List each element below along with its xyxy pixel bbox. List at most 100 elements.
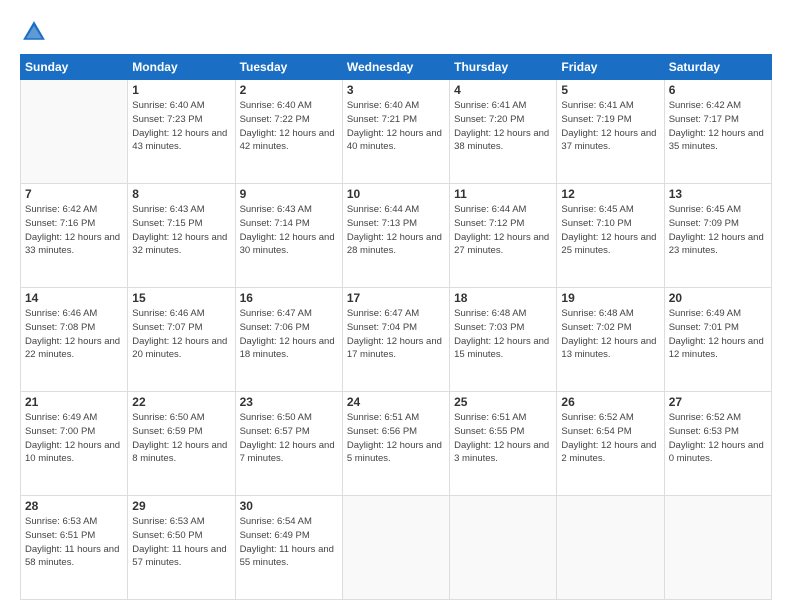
- weekday-header-friday: Friday: [557, 55, 664, 80]
- day-info: Sunrise: 6:49 AMSunset: 7:00 PMDaylight:…: [25, 411, 123, 466]
- calendar-cell: [664, 496, 771, 600]
- day-info: Sunrise: 6:44 AMSunset: 7:12 PMDaylight:…: [454, 203, 552, 258]
- calendar-cell: 18 Sunrise: 6:48 AMSunset: 7:03 PMDayligh…: [450, 288, 557, 392]
- calendar-cell: 12 Sunrise: 6:45 AMSunset: 7:10 PMDayligh…: [557, 184, 664, 288]
- day-number: 16: [240, 291, 338, 305]
- calendar-cell: 17Sunrise: 6:47 AMSunset: 7:04 PMDayligh…: [342, 288, 449, 392]
- weekday-header-thursday: Thursday: [450, 55, 557, 80]
- weekday-header-wednesday: Wednesday: [342, 55, 449, 80]
- day-info: Sunrise: 6:40 AMSunset: 7:21 PMDaylight:…: [347, 99, 445, 154]
- day-number: 28: [25, 499, 123, 513]
- calendar-cell: 29 Sunrise: 6:53 AMSunset: 6:50 PMDayligh…: [128, 496, 235, 600]
- day-info: Sunrise: 6:41 AMSunset: 7:19 PMDaylight:…: [561, 99, 659, 154]
- day-number: 22: [132, 395, 230, 409]
- day-number: 27: [669, 395, 767, 409]
- calendar-cell: 16 Sunrise: 6:47 AMSunset: 7:06 PMDayligh…: [235, 288, 342, 392]
- logo: [20, 18, 52, 46]
- logo-icon: [20, 18, 48, 46]
- calendar-cell: [342, 496, 449, 600]
- calendar-cell: 21 Sunrise: 6:49 AMSunset: 7:00 PMDayligh…: [21, 392, 128, 496]
- day-number: 12: [561, 187, 659, 201]
- day-number: 3: [347, 83, 445, 97]
- day-info: Sunrise: 6:52 AMSunset: 6:54 PMDaylight:…: [561, 411, 659, 466]
- day-info: Sunrise: 6:53 AMSunset: 6:50 PMDaylight:…: [132, 515, 230, 570]
- day-number: 2: [240, 83, 338, 97]
- weekday-header-saturday: Saturday: [664, 55, 771, 80]
- calendar-cell: 3 Sunrise: 6:40 AMSunset: 7:21 PMDaylight…: [342, 80, 449, 184]
- day-info: Sunrise: 6:45 AMSunset: 7:10 PMDaylight:…: [561, 203, 659, 258]
- day-number: 26: [561, 395, 659, 409]
- calendar-cell: 10 Sunrise: 6:44 AMSunset: 7:13 PMDayligh…: [342, 184, 449, 288]
- day-number: 10: [347, 187, 445, 201]
- calendar-cell: 30 Sunrise: 6:54 AMSunset: 6:49 PMDayligh…: [235, 496, 342, 600]
- day-info: Sunrise: 6:43 AMSunset: 7:14 PMDaylight:…: [240, 203, 338, 258]
- weekday-header-row: SundayMondayTuesdayWednesdayThursdayFrid…: [21, 55, 772, 80]
- day-info: Sunrise: 6:42 AMSunset: 7:17 PMDaylight:…: [669, 99, 767, 154]
- day-info: Sunrise: 6:49 AMSunset: 7:01 PMDaylight:…: [669, 307, 767, 362]
- day-number: 11: [454, 187, 552, 201]
- day-info: Sunrise: 6:52 AMSunset: 6:53 PMDaylight:…: [669, 411, 767, 466]
- page: SundayMondayTuesdayWednesdayThursdayFrid…: [0, 0, 792, 612]
- calendar-cell: 6Sunrise: 6:42 AMSunset: 7:17 PMDaylight…: [664, 80, 771, 184]
- calendar-cell: 8 Sunrise: 6:43 AMSunset: 7:15 PMDaylight…: [128, 184, 235, 288]
- calendar-cell: 15 Sunrise: 6:46 AMSunset: 7:07 PMDayligh…: [128, 288, 235, 392]
- calendar-cell: 14 Sunrise: 6:46 AMSunset: 7:08 PMDayligh…: [21, 288, 128, 392]
- calendar-cell: 11 Sunrise: 6:44 AMSunset: 7:12 PMDayligh…: [450, 184, 557, 288]
- calendar-cell: 1 Sunrise: 6:40 AMSunset: 7:23 PMDaylight…: [128, 80, 235, 184]
- day-info: Sunrise: 6:46 AMSunset: 7:08 PMDaylight:…: [25, 307, 123, 362]
- calendar-cell: 23 Sunrise: 6:50 AMSunset: 6:57 PMDayligh…: [235, 392, 342, 496]
- day-info: Sunrise: 6:53 AMSunset: 6:51 PMDaylight:…: [25, 515, 123, 570]
- day-info: Sunrise: 6:54 AMSunset: 6:49 PMDaylight:…: [240, 515, 338, 570]
- day-number: 19: [561, 291, 659, 305]
- day-number: 13: [669, 187, 767, 201]
- day-info: Sunrise: 6:48 AMSunset: 7:03 PMDaylight:…: [454, 307, 552, 362]
- day-info: Sunrise: 6:45 AMSunset: 7:09 PMDaylight:…: [669, 203, 767, 258]
- day-number: 7: [25, 187, 123, 201]
- day-number: 4: [454, 83, 552, 97]
- calendar-cell: 27 Sunrise: 6:52 AMSunset: 6:53 PMDayligh…: [664, 392, 771, 496]
- calendar-cell: 5 Sunrise: 6:41 AMSunset: 7:19 PMDaylight…: [557, 80, 664, 184]
- calendar: SundayMondayTuesdayWednesdayThursdayFrid…: [20, 54, 772, 600]
- calendar-cell: [557, 496, 664, 600]
- day-info: Sunrise: 6:47 AMSunset: 7:06 PMDaylight:…: [240, 307, 338, 362]
- day-number: 1: [132, 83, 230, 97]
- day-number: 24: [347, 395, 445, 409]
- day-number: 8: [132, 187, 230, 201]
- day-info: Sunrise: 6:48 AMSunset: 7:02 PMDaylight:…: [561, 307, 659, 362]
- day-number: 23: [240, 395, 338, 409]
- day-number: 29: [132, 499, 230, 513]
- day-number: 14: [25, 291, 123, 305]
- day-info: Sunrise: 6:44 AMSunset: 7:13 PMDaylight:…: [347, 203, 445, 258]
- calendar-cell: 26 Sunrise: 6:52 AMSunset: 6:54 PMDayligh…: [557, 392, 664, 496]
- day-number: 18: [454, 291, 552, 305]
- calendar-cell: 9 Sunrise: 6:43 AMSunset: 7:14 PMDaylight…: [235, 184, 342, 288]
- day-info: Sunrise: 6:41 AMSunset: 7:20 PMDaylight:…: [454, 99, 552, 154]
- weekday-header-tuesday: Tuesday: [235, 55, 342, 80]
- week-row-3: 21 Sunrise: 6:49 AMSunset: 7:00 PMDayligh…: [21, 392, 772, 496]
- day-info: Sunrise: 6:47 AMSunset: 7:04 PMDaylight:…: [347, 307, 445, 362]
- calendar-cell: 20 Sunrise: 6:49 AMSunset: 7:01 PMDayligh…: [664, 288, 771, 392]
- calendar-cell: 28 Sunrise: 6:53 AMSunset: 6:51 PMDayligh…: [21, 496, 128, 600]
- day-number: 15: [132, 291, 230, 305]
- day-info: Sunrise: 6:43 AMSunset: 7:15 PMDaylight:…: [132, 203, 230, 258]
- day-info: Sunrise: 6:40 AMSunset: 7:23 PMDaylight:…: [132, 99, 230, 154]
- day-number: 5: [561, 83, 659, 97]
- day-number: 21: [25, 395, 123, 409]
- calendar-cell: 4 Sunrise: 6:41 AMSunset: 7:20 PMDaylight…: [450, 80, 557, 184]
- day-info: Sunrise: 6:46 AMSunset: 7:07 PMDaylight:…: [132, 307, 230, 362]
- day-info: Sunrise: 6:51 AMSunset: 6:56 PMDaylight:…: [347, 411, 445, 466]
- day-number: 9: [240, 187, 338, 201]
- calendar-cell: 7 Sunrise: 6:42 AMSunset: 7:16 PMDaylight…: [21, 184, 128, 288]
- weekday-header-sunday: Sunday: [21, 55, 128, 80]
- day-number: 25: [454, 395, 552, 409]
- calendar-cell: 24 Sunrise: 6:51 AMSunset: 6:56 PMDayligh…: [342, 392, 449, 496]
- week-row-2: 14 Sunrise: 6:46 AMSunset: 7:08 PMDayligh…: [21, 288, 772, 392]
- day-info: Sunrise: 6:40 AMSunset: 7:22 PMDaylight:…: [240, 99, 338, 154]
- calendar-cell: 13 Sunrise: 6:45 AMSunset: 7:09 PMDayligh…: [664, 184, 771, 288]
- day-info: Sunrise: 6:50 AMSunset: 6:57 PMDaylight:…: [240, 411, 338, 466]
- day-info: Sunrise: 6:42 AMSunset: 7:16 PMDaylight:…: [25, 203, 123, 258]
- weekday-header-monday: Monday: [128, 55, 235, 80]
- day-number: 20: [669, 291, 767, 305]
- day-number: 30: [240, 499, 338, 513]
- calendar-cell: 25Sunrise: 6:51 AMSunset: 6:55 PMDayligh…: [450, 392, 557, 496]
